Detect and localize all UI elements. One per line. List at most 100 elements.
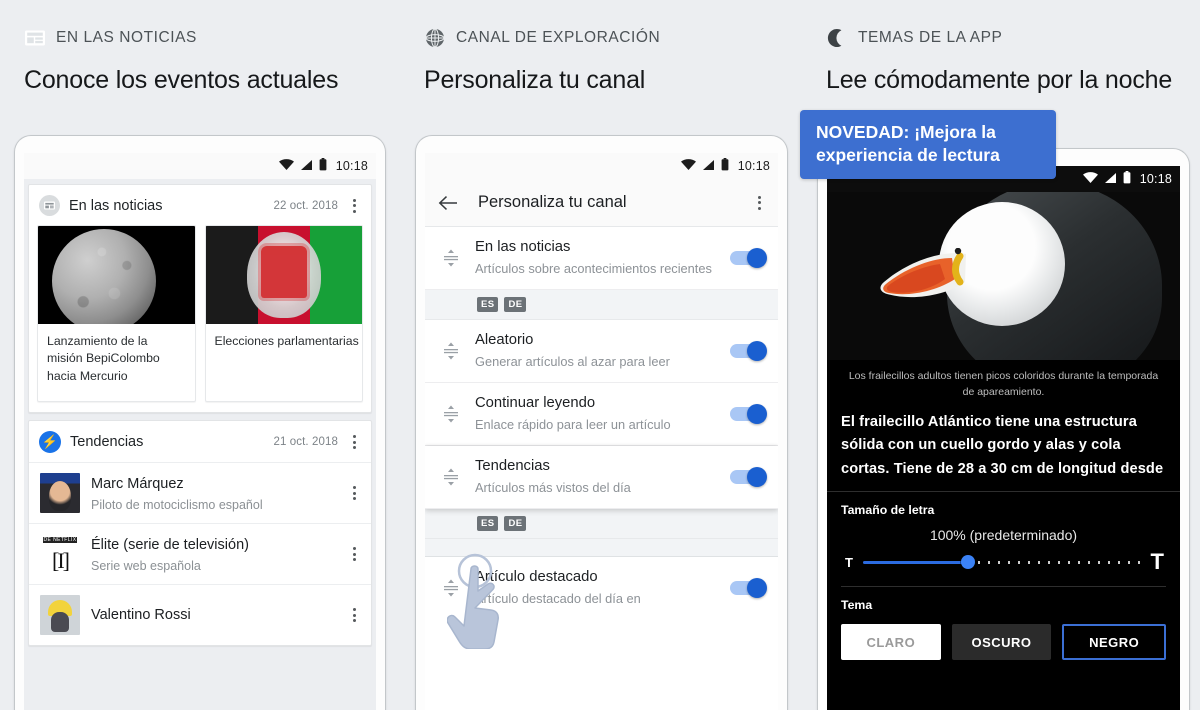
setting-row-articulo-destacado[interactable]: Artículo destacado Artículo destacado de… [425, 556, 778, 619]
column-header-3: TEMAS DE LA APP Lee cómodamente por la n… [826, 26, 1172, 95]
setting-row-aleatorio[interactable]: Aleatorio Generar artículos al azar para… [425, 319, 778, 383]
headline-3: Lee cómodamente por la noche [826, 66, 1173, 94]
trending-card[interactable]: Tendencias 21 oct. 2018 Marc Márquez Pil… [28, 420, 372, 647]
language-chip-de[interactable]: DE [504, 515, 527, 531]
news-tile-caption: Lanzamiento de la misión BepiColombo hac… [47, 334, 160, 383]
theme-option-oscuro[interactable]: OSCURO [951, 624, 1052, 661]
trending-card-date: 21 oct. 2018 [273, 436, 338, 449]
overflow-menu-icon[interactable] [347, 486, 361, 501]
setting-row-en-las-noticias[interactable]: En las noticias Artículos sobre aconteci… [425, 227, 778, 290]
setting-title: En las noticias [475, 239, 571, 255]
setting-description: Artículos sobre acontecimientos reciente… [475, 261, 712, 277]
drag-handle-icon[interactable] [441, 578, 461, 598]
marc-marquez-photo [40, 473, 80, 514]
news-card[interactable]: En las noticias 22 oct. 2018 Lanzamiento… [28, 184, 372, 414]
kicker-1: EN LAS NOTICIAS [24, 26, 338, 50]
trending-card-header: Tendencias 21 oct. 2018 [29, 421, 371, 462]
news-tile[interactable]: Elecciones parlamentarias de Afganistán [204, 225, 363, 403]
language-chip-de[interactable]: DE [504, 296, 527, 312]
phone2-screen: 10:18 Personaliza tu canal En las notici… [425, 153, 778, 710]
theme-option-negro[interactable]: NEGRO [1062, 624, 1167, 661]
overflow-menu-icon[interactable] [752, 195, 766, 210]
phone-mockup-reader: 10:18 Los frailecillos adultos tienen pi… [817, 148, 1190, 710]
large-text-icon: T [1150, 549, 1164, 575]
language-chips: ES DE [425, 508, 778, 539]
language-chips: ES DE [425, 289, 778, 320]
column-header-1: EN LAS NOTICIAS Conoce los eventos actua… [24, 26, 338, 95]
list-item[interactable]: DE NETFLIX [I] Élite (serie de televisión… [29, 523, 371, 584]
setting-toggle[interactable] [730, 247, 767, 268]
news-tile[interactable]: Lanzamiento de la misión BepiColombo hac… [37, 225, 196, 403]
setting-description: Artículo destacado del día en [475, 590, 641, 606]
slider-track[interactable] [862, 553, 1141, 571]
settings-list[interactable]: En las noticias Artículos sobre aconteci… [425, 227, 778, 710]
font-size-slider[interactable]: T T [841, 549, 1166, 575]
app-bar: Personaliza tu canal [425, 179, 778, 227]
setting-toggle[interactable] [730, 577, 767, 598]
news-article-icon [24, 27, 46, 49]
status-bar-time-2: 10:18 [737, 159, 770, 173]
battery-icon [721, 158, 729, 174]
phone-mockup-news: 10:18 En las noticias 22 oct. 2018 Lanza… [14, 135, 386, 710]
atlantic-puffin-photo [827, 192, 1180, 360]
back-arrow-icon[interactable] [438, 193, 458, 213]
news-card-title: En las noticias [69, 197, 163, 214]
drag-handle-icon[interactable] [441, 248, 461, 268]
article-body: El frailecillo Atlántico tiene una estru… [841, 413, 1164, 477]
mercury-planet-photo [38, 226, 195, 324]
app-bar-title: Personaliza tu canal [478, 193, 627, 211]
globe-icon [424, 27, 446, 49]
small-text-icon: T [845, 554, 853, 570]
valentino-rossi-photo [40, 595, 80, 636]
image-caption: Los frailecillos adultos tienen picos co… [848, 370, 1159, 398]
battery-icon [319, 158, 327, 174]
kicker-3: TEMAS DE LA APP [826, 26, 1172, 50]
wifi-icon [680, 158, 696, 174]
promo-screenshot: EN LAS NOTICIAS Conoce los eventos actua… [0, 0, 1200, 710]
overflow-menu-icon[interactable] [347, 547, 361, 562]
theme-label: Tema [841, 598, 873, 613]
overflow-menu-icon[interactable] [347, 198, 361, 213]
drag-handle-icon[interactable] [441, 467, 461, 487]
kicker-label-2: CANAL DE EXPLORACIÓN [456, 29, 661, 46]
setting-toggle[interactable] [730, 403, 767, 424]
overflow-menu-icon[interactable] [347, 435, 361, 450]
language-chip-es[interactable]: ES [477, 515, 499, 531]
news-tile-caption: Elecciones parlamentarias de Afganistán [214, 334, 363, 348]
news-feed[interactable]: En las noticias 22 oct. 2018 Lanzamiento… [24, 179, 376, 710]
cell-signal-icon [702, 159, 715, 174]
wifi-icon [1082, 171, 1098, 187]
trending-bolt-icon [39, 431, 61, 454]
phone-mockup-settings: 10:18 Personaliza tu canal En las notici… [415, 135, 788, 710]
headline-1: Conoce los eventos actuales [24, 66, 339, 94]
language-chip-es[interactable]: ES [477, 296, 499, 312]
list-item[interactable]: Valentino Rossi [29, 584, 371, 645]
overflow-menu-icon[interactable] [347, 608, 361, 623]
novelty-badge: NOVEDAD: ¡Mejora la experiencia de lectu… [800, 110, 1056, 180]
drag-handle-icon[interactable] [441, 404, 461, 424]
list-item[interactable]: Marc Márquez Piloto de motociclismo espa… [29, 462, 371, 523]
theme-option-claro[interactable]: CLARO [841, 624, 941, 661]
font-size-panel: Tamaño de letra 100% (predeterminado) T … [827, 492, 1180, 588]
phone3-screen: 10:18 Los frailecillos adultos tienen pi… [827, 166, 1180, 710]
setting-toggle[interactable] [730, 466, 767, 487]
setting-toggle[interactable] [730, 340, 767, 361]
list-item-title: Marc Márquez [91, 476, 184, 493]
list-item-title: Valentino Rossi [91, 606, 191, 623]
setting-row-continuar-leyendo[interactable]: Continuar leyendo Enlace rápido para lee… [425, 382, 778, 446]
status-bar-time-1: 10:18 [335, 159, 368, 173]
list-item-subtitle: Piloto de motociclismo español [91, 497, 263, 512]
news-tiles: Lanzamiento de la misión BepiColombo hac… [29, 225, 371, 412]
font-size-value: 100% (predeterminado) [929, 527, 1078, 544]
setting-row-tendencias[interactable]: Tendencias Artículos más vistos del día [425, 445, 778, 509]
article-reader[interactable]: Los frailecillos adultos tienen picos co… [827, 192, 1180, 710]
phone1-screen: 10:18 En las noticias 22 oct. 2018 Lanza… [24, 153, 376, 710]
elite-netflix-poster: DE NETFLIX [I] [40, 534, 80, 575]
list-item-title: Élite (serie de televisión) [91, 537, 249, 554]
badge-line-2: experiencia de lectura [816, 145, 1000, 166]
cell-signal-icon [300, 159, 313, 174]
slider-thumb[interactable] [961, 555, 976, 570]
kicker-label-1: EN LAS NOTICIAS [56, 29, 197, 46]
setting-title: Tendencias [475, 457, 550, 474]
drag-handle-icon[interactable] [441, 341, 461, 361]
